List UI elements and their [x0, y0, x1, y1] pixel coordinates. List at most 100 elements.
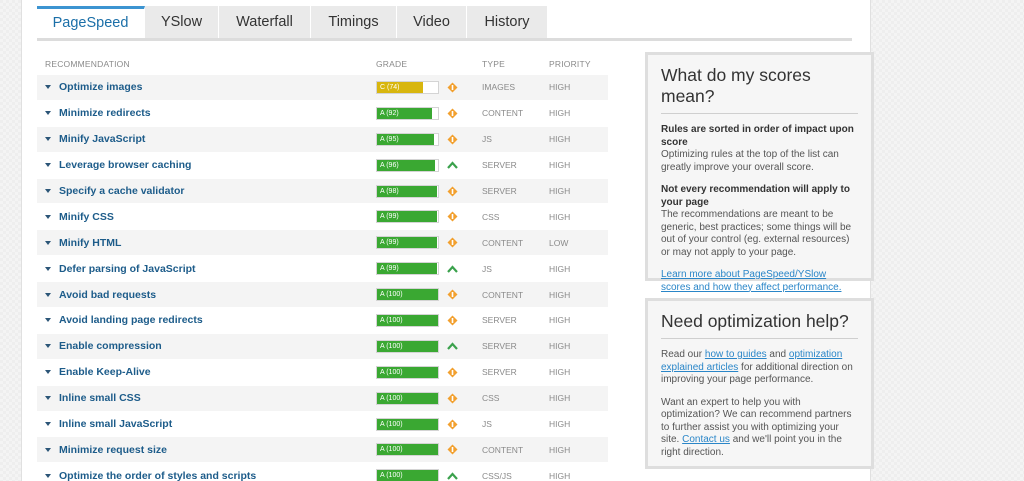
expand-caret-icon[interactable]	[45, 396, 51, 401]
table-row[interactable]: Enable compression A (100) SERVER HIGH	[37, 333, 608, 360]
recommendation-cell[interactable]: Inline small CSS	[37, 392, 376, 404]
expand-caret-icon[interactable]	[45, 137, 51, 142]
table-row[interactable]: Optimize images C (74) IMAGES HIGH	[37, 75, 608, 101]
table-row[interactable]: Avoid landing page redirects A (100) SER…	[37, 308, 608, 334]
expand-caret-icon[interactable]	[45, 344, 51, 349]
table-row[interactable]: Leverage browser caching A (96) SERVER H…	[37, 152, 608, 179]
type-cell: SERVER	[482, 160, 517, 171]
grade-cell: A (99)	[376, 236, 482, 250]
recommendation-cell[interactable]: Enable compression	[37, 340, 376, 352]
priority-cell: HIGH	[549, 470, 571, 481]
contact-us-link[interactable]: Contact us	[682, 434, 730, 445]
expand-caret-icon[interactable]	[45, 240, 51, 245]
recommendation-cell[interactable]: Minify HTML	[37, 237, 376, 249]
recommendation-name: Enable Keep-Alive	[59, 366, 151, 379]
recommendation-cell[interactable]: Minimize request size	[37, 444, 376, 456]
type-cell: CONTENT	[482, 289, 524, 300]
header-priority: PRIORITY	[549, 58, 591, 69]
tab-yslow[interactable]: YSlow	[145, 6, 219, 39]
tab-waterfall[interactable]: Waterfall	[219, 6, 311, 39]
type-cell: JS	[482, 134, 492, 145]
trend-up-icon	[445, 469, 459, 481]
scores-p2-heading: Not every recommendation will apply to y…	[661, 184, 850, 208]
grade-label: A (100)	[380, 342, 403, 350]
expand-caret-icon[interactable]	[45, 266, 51, 271]
recommendation-cell[interactable]: Enable Keep-Alive	[37, 366, 376, 378]
grade-bar: A (96)	[376, 158, 439, 172]
recommendation-name: Minify CSS	[59, 210, 114, 223]
warning-diamond-icon	[445, 80, 459, 94]
how-to-guides-link[interactable]: how to guides	[705, 349, 767, 360]
expand-caret-icon[interactable]	[45, 447, 51, 452]
recommendation-cell[interactable]: Leverage browser caching	[37, 159, 376, 171]
tab-video[interactable]: Video	[397, 6, 467, 39]
table-row[interactable]: Inline small CSS A (100) CSS HIGH	[37, 385, 608, 412]
report-panel: PageSpeed YSlow Waterfall Timings Video …	[21, 0, 874, 481]
recommendation-name: Inline small CSS	[59, 392, 141, 405]
recommendation-cell[interactable]: Minimize redirects	[37, 107, 376, 119]
expand-caret-icon[interactable]	[45, 85, 51, 90]
recommendation-cell[interactable]: Minify CSS	[37, 211, 376, 223]
recommendation-cell[interactable]: Specify a cache validator	[37, 185, 376, 197]
recommendation-cell[interactable]: Minify JavaScript	[37, 133, 376, 145]
grade-bar: A (99)	[376, 262, 439, 276]
expand-caret-icon[interactable]	[45, 163, 51, 168]
table-row[interactable]: Minify CSS A (99) CSS HIGH	[37, 204, 608, 231]
expand-caret-icon[interactable]	[45, 111, 51, 116]
priority-cell: HIGH	[549, 263, 571, 274]
grade-bar: C (74)	[376, 80, 439, 94]
table-body: Optimize images C (74) IMAGES HIGH Minim…	[37, 75, 608, 481]
learn-more-link[interactable]: Learn more about PageSpeed/YSlow scores …	[661, 269, 841, 293]
type-cell: SERVER	[482, 315, 517, 326]
header-grade: GRADE	[376, 58, 408, 69]
help-box-title: Need optimization help?	[661, 311, 858, 339]
recommendation-name: Enable compression	[59, 340, 162, 353]
optimization-help-box: Need optimization help? Read our how to …	[645, 298, 874, 469]
grade-label: A (95)	[380, 135, 399, 143]
expand-caret-icon[interactable]	[45, 422, 51, 427]
help-paragraph-1: Read our how to guides and optimization …	[661, 349, 858, 387]
recommendation-cell[interactable]: Avoid landing page redirects	[37, 314, 376, 326]
table-row[interactable]: Minimize redirects A (92) CONTENT HIGH	[37, 100, 608, 127]
table-row[interactable]: Optimize the order of styles and scripts…	[37, 463, 608, 481]
priority-cell: HIGH	[549, 108, 571, 119]
expand-caret-icon[interactable]	[45, 370, 51, 375]
help-p1-text-a: Read our	[661, 349, 705, 360]
grade-bar: A (100)	[376, 391, 439, 405]
recommendation-cell[interactable]: Inline small JavaScript	[37, 418, 376, 430]
priority-cell: HIGH	[549, 419, 571, 430]
table-row[interactable]: Enable Keep-Alive A (100) SERVER HIGH	[37, 359, 608, 386]
tab-timings[interactable]: Timings	[311, 6, 397, 39]
grade-label: A (100)	[380, 368, 403, 376]
expand-caret-icon[interactable]	[45, 318, 51, 323]
grade-bar: A (98)	[376, 184, 439, 198]
table-row[interactable]: Defer parsing of JavaScript A (99) JS HI…	[37, 256, 608, 283]
expand-caret-icon[interactable]	[45, 473, 51, 478]
expand-caret-icon[interactable]	[45, 214, 51, 219]
warning-diamond-icon	[445, 365, 459, 379]
expand-caret-icon[interactable]	[45, 189, 51, 193]
table-row[interactable]: Inline small JavaScript A (100) JS HIGH	[37, 411, 608, 438]
table-row[interactable]: Minify JavaScript A (95) JS HIGH	[37, 126, 608, 153]
warning-diamond-icon	[445, 417, 459, 431]
recommendation-cell[interactable]: Avoid bad requests	[37, 289, 376, 301]
recommendation-name: Defer parsing of JavaScript	[59, 262, 196, 275]
recommendation-cell[interactable]: Optimize the order of styles and scripts	[37, 470, 376, 481]
table-row[interactable]: Minimize request size A (100) CONTENT HI…	[37, 437, 608, 464]
scores-p2-text: The recommendations are meant to be gene…	[661, 209, 852, 258]
recommendation-cell[interactable]: Defer parsing of JavaScript	[37, 263, 376, 275]
table-row[interactable]: Minify HTML A (99) CONTENT LOW	[37, 230, 608, 257]
tab-history[interactable]: History	[467, 6, 548, 39]
warning-diamond-icon	[445, 236, 459, 250]
expand-caret-icon[interactable]	[45, 292, 51, 297]
type-cell: CONTENT	[482, 237, 524, 248]
recommendation-cell[interactable]: Optimize images	[37, 81, 376, 93]
table-row[interactable]: Specify a cache validator A (98) SERVER …	[37, 178, 608, 205]
tab-pagespeed[interactable]: PageSpeed	[37, 6, 145, 39]
grade-bar: A (100)	[376, 365, 439, 379]
grade-bar: A (100)	[376, 417, 439, 431]
recommendation-name: Optimize images	[59, 81, 143, 94]
recommendation-name: Minimize request size	[59, 443, 167, 456]
grade-cell: C (74)	[376, 80, 482, 94]
table-row[interactable]: Avoid bad requests A (100) CONTENT HIGH	[37, 282, 608, 309]
